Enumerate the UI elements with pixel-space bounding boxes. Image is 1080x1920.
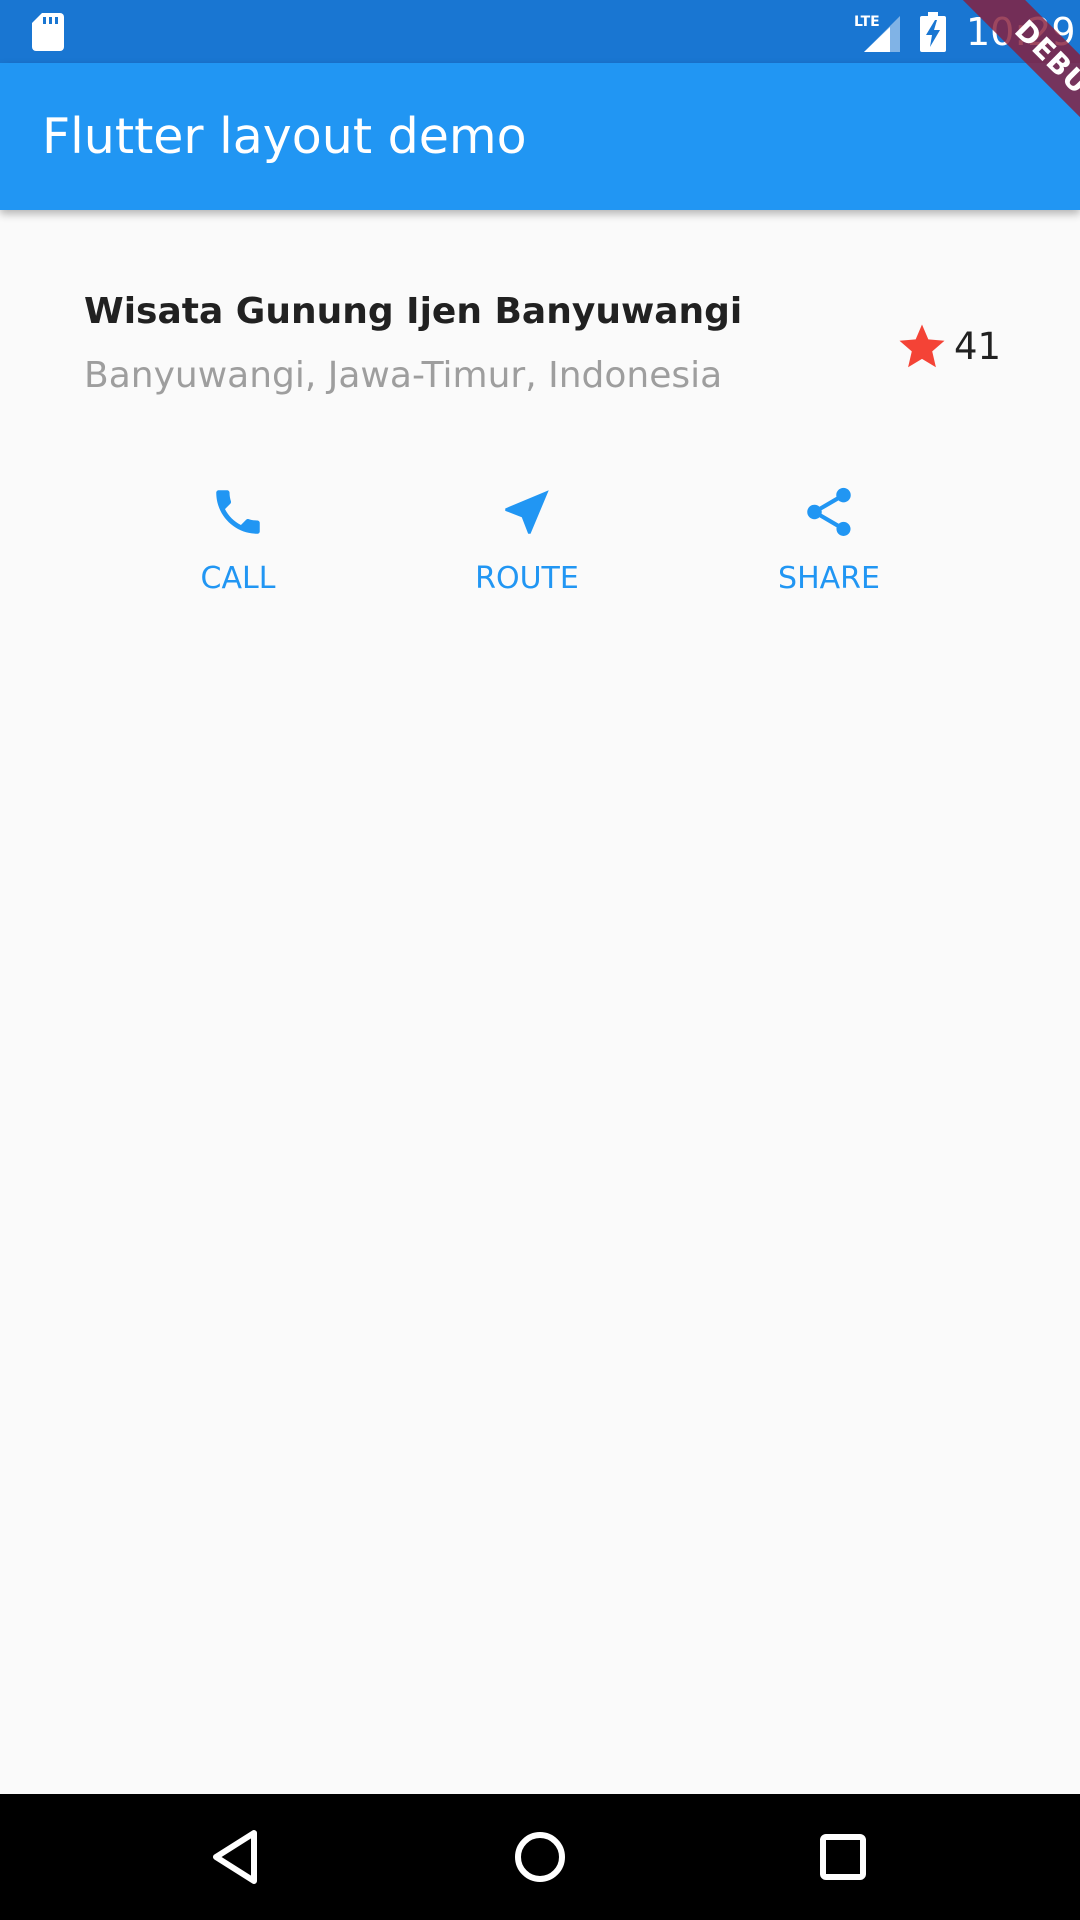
- navigation-bar: [0, 1794, 1080, 1920]
- recents-icon[interactable]: [813, 1827, 873, 1887]
- lte-signal-icon: LTE: [854, 14, 900, 52]
- navigation-icon: [505, 490, 549, 534]
- phone-icon: [216, 490, 260, 534]
- place-location: Banyuwangi, Jawa-Timur, Indonesia: [84, 355, 723, 396]
- back-icon[interactable]: [206, 1827, 266, 1887]
- share-label: SHARE: [778, 561, 880, 596]
- status-bar: LTE 10:29: [0, 0, 1080, 63]
- app-bar: Flutter layout demo: [0, 63, 1080, 210]
- route-button[interactable]: ROUTE: [427, 483, 627, 613]
- rating-count: 41: [954, 325, 1002, 368]
- svg-text:LTE: LTE: [854, 14, 880, 30]
- share-icon: [807, 487, 851, 536]
- route-label: ROUTE: [475, 561, 579, 596]
- battery-charging-icon: [920, 12, 946, 52]
- home-icon[interactable]: [510, 1827, 570, 1887]
- place-title: Wisata Gunung Ijen Banyuwangi: [84, 291, 743, 332]
- app-bar-title: Flutter layout demo: [42, 108, 527, 165]
- sd-card-icon: [32, 13, 64, 51]
- share-button[interactable]: SHARE: [729, 483, 929, 613]
- call-button[interactable]: CALL: [138, 483, 338, 613]
- star-icon: [899, 324, 945, 368]
- call-label: CALL: [200, 561, 276, 596]
